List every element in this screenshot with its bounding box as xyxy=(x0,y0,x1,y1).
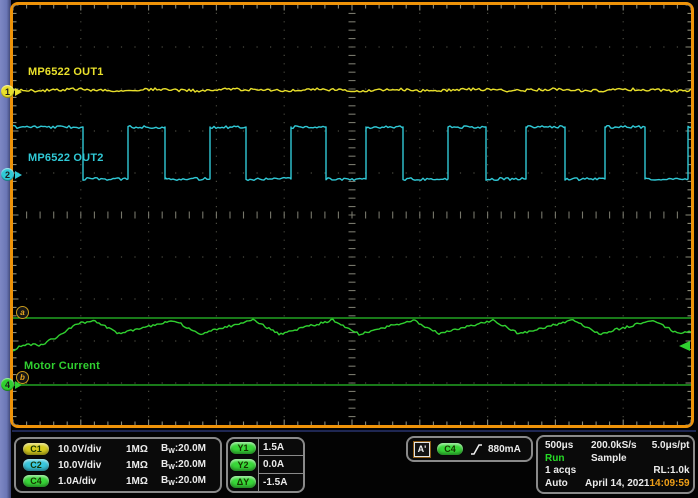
c2-scale: 10.0V/div xyxy=(58,460,126,471)
ch4-marker-number: 4 xyxy=(1,378,14,391)
channel-readout-row-c2[interactable]: C2 10.0V/div1MΩBW:20.0M xyxy=(16,457,220,473)
ch2-marker-number: 2 xyxy=(1,168,14,181)
ch1-marker-arrow-icon xyxy=(15,88,22,96)
cursor-δy-value[interactable]: -1.5A xyxy=(258,474,303,491)
waveform-display xyxy=(13,5,691,425)
c2-badge[interactable]: C2 xyxy=(23,459,49,471)
cursor-a-marker[interactable]: a xyxy=(16,306,29,319)
c2-bandwidth: BW:20.0M xyxy=(161,459,206,471)
ch1-marker-number: 1 xyxy=(1,85,14,98)
c1-scale: 10.0V/div xyxy=(58,444,126,455)
acquisition-mode[interactable]: Sample xyxy=(591,453,627,464)
c2-impedance: 1MΩ xyxy=(126,460,158,471)
sample-resolution: 5.0μs/pt xyxy=(652,440,690,451)
channel-readout-row-c1[interactable]: C1 10.0V/div1MΩBW:20.0M xyxy=(16,441,220,457)
trigger-source-badge[interactable]: C4 xyxy=(437,443,463,455)
cursor-readout-panel: Y11.5AY20.0AΔY-1.5A xyxy=(226,437,305,493)
graticule-frame xyxy=(10,2,694,428)
cursor-y2-value[interactable]: 0.0A xyxy=(258,456,303,473)
ch1-trace-label: MP6522 OUT1 xyxy=(28,66,104,78)
cursor-y1-value[interactable]: 1.5A xyxy=(258,439,303,456)
ch2-marker-arrow-icon xyxy=(15,171,22,179)
record-length: RL:1.0k xyxy=(653,465,689,476)
channel-readout-row-c4[interactable]: C4 1.0A/div1MΩBW:20.0M xyxy=(16,473,220,489)
date-readout: April 14, 2021 xyxy=(585,478,649,489)
cursor-b-marker[interactable]: b xyxy=(16,371,29,384)
c4-bandwidth: BW:20.0M xyxy=(161,475,206,487)
trigger-a-badge[interactable]: A' xyxy=(414,442,430,457)
sample-rate: 200.0kS/s xyxy=(591,440,637,451)
trigger-readout-panel[interactable]: A' C4 880mA xyxy=(406,436,533,462)
trigger-level-value: 880mA xyxy=(488,444,521,455)
c1-impedance: 1MΩ xyxy=(126,444,158,455)
cursor-y1-badge[interactable]: Y1 xyxy=(230,442,256,454)
ch1-position-marker[interactable]: 1 xyxy=(1,85,22,98)
channel-readout-panel: C110.0V/div1MΩBW:20.0MC210.0V/div1MΩBW:2… xyxy=(14,437,222,493)
acquisition-count: 1 acqs xyxy=(545,465,576,476)
frame-shadow xyxy=(12,430,696,432)
cursor-y2-badge[interactable]: Y2 xyxy=(230,459,256,471)
ch2-trace-label: MP6522 OUT2 xyxy=(28,152,104,164)
rising-slope-icon xyxy=(470,443,483,456)
c4-badge[interactable]: C4 xyxy=(23,475,49,487)
ch2-position-marker[interactable]: 2 xyxy=(1,168,22,181)
oscilloscope-screen: MP6522 OUT1 MP6522 OUT2 Motor Current 1 2… xyxy=(0,0,698,498)
trigger-mode[interactable]: Auto xyxy=(545,478,585,489)
c1-badge[interactable]: C1 xyxy=(23,443,49,455)
ch4-trace-label: Motor Current xyxy=(24,360,100,372)
run-state[interactable]: Run xyxy=(545,453,585,464)
time-readout: 14:09:59 xyxy=(649,478,689,489)
horizontal-scale[interactable]: 500μs xyxy=(545,440,585,451)
cursor-δy-badge[interactable]: ΔY xyxy=(230,476,256,488)
c1-bandwidth: BW:20.0M xyxy=(161,443,206,455)
c4-impedance: 1MΩ xyxy=(126,476,158,487)
acquisition-readout-panel[interactable]: 500μs 200.0kS/s 5.0μs/pt Run Sample 1 ac… xyxy=(536,435,695,494)
c4-scale: 1.0A/div xyxy=(58,476,126,487)
